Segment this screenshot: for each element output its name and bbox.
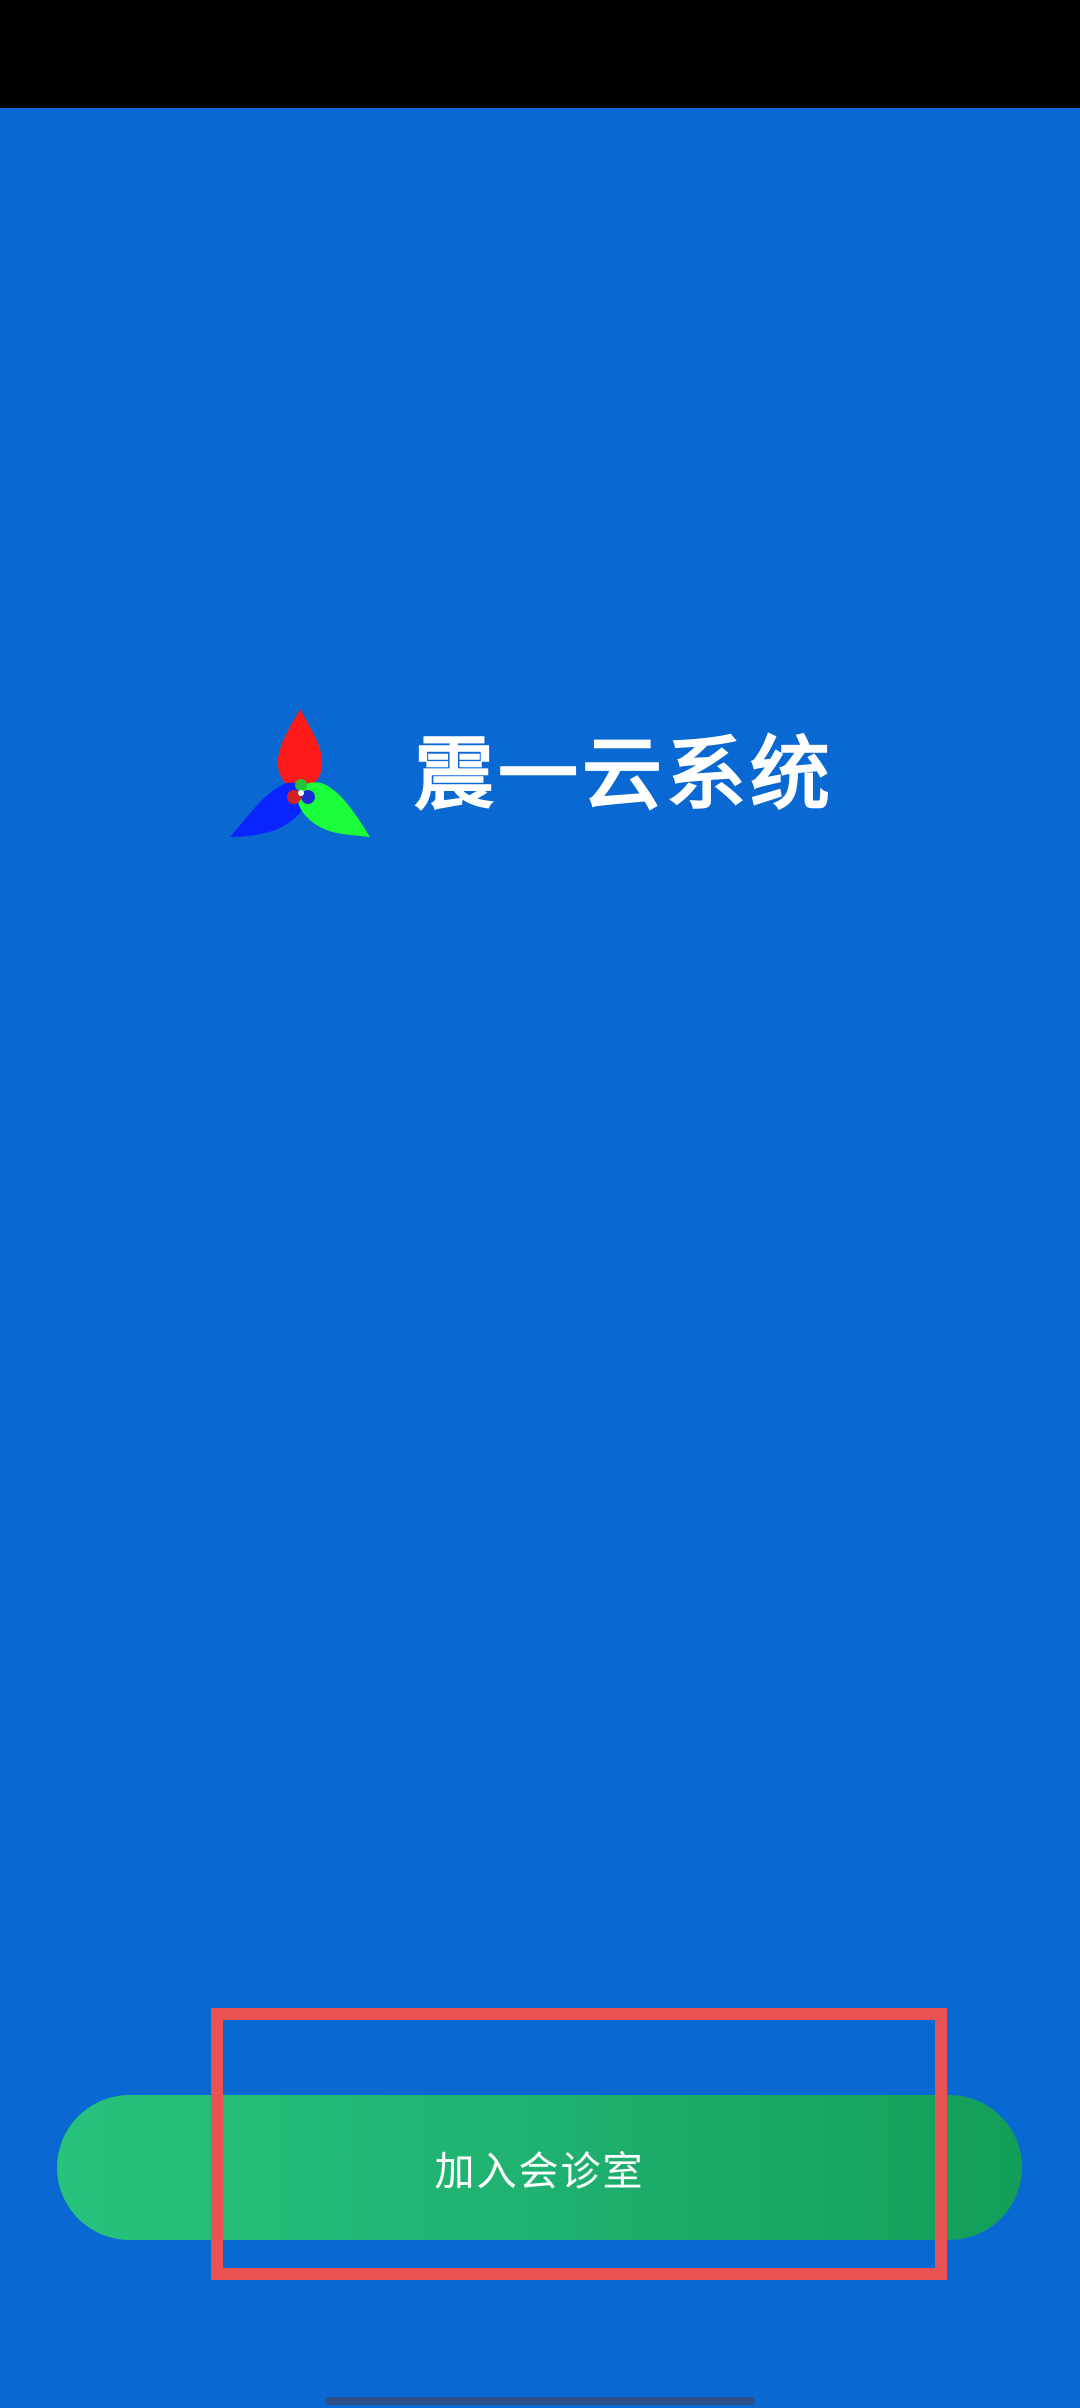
tri-petal-logo-icon — [230, 709, 370, 837]
join-consultation-room-button[interactable]: 加入会诊室 — [57, 2095, 1022, 2240]
brand-header: 震一云系统 — [228, 705, 834, 845]
home-indicator[interactable] — [325, 2397, 755, 2405]
status-bar — [0, 0, 1080, 108]
splash-screen: 震一云系统 加入会诊室 — [0, 0, 1080, 2408]
app-title: 震一云系统 — [414, 728, 834, 821]
